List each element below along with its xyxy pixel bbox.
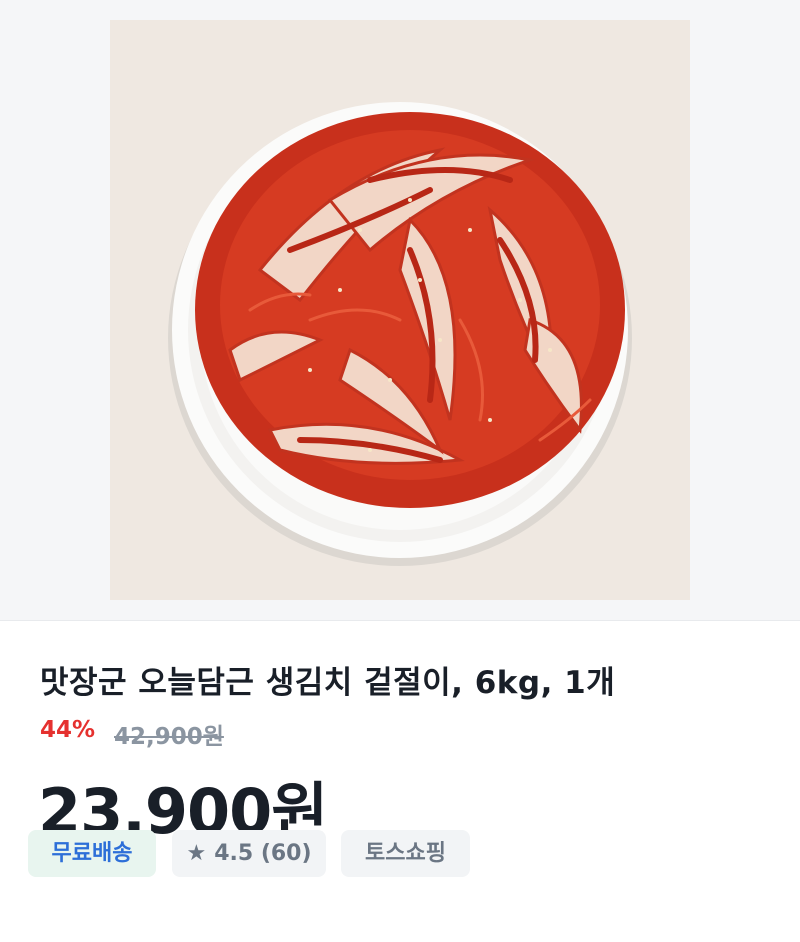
product-image-area — [0, 0, 800, 621]
free-shipping-badge: 무료배송 — [28, 830, 156, 877]
store-badge[interactable]: 토스쇼핑 — [341, 830, 470, 877]
discount-rate: 44% — [40, 717, 96, 743]
product-title[interactable]: 맛장군 오늘담근 생김치 겉절이, 6kg, 1개 — [40, 657, 615, 702]
star-icon: ★ — [186, 841, 207, 866]
rating-value: 4.5 (60) — [214, 841, 312, 866]
rating-badge[interactable]: ★ 4.5 (60) — [172, 830, 326, 877]
product-image[interactable] — [110, 20, 690, 600]
original-price: 42,900원 — [114, 724, 224, 750]
product-info: 맛장군 오늘담근 생김치 겉절이, 6kg, 1개 44% 42,900원 23… — [0, 621, 800, 942]
